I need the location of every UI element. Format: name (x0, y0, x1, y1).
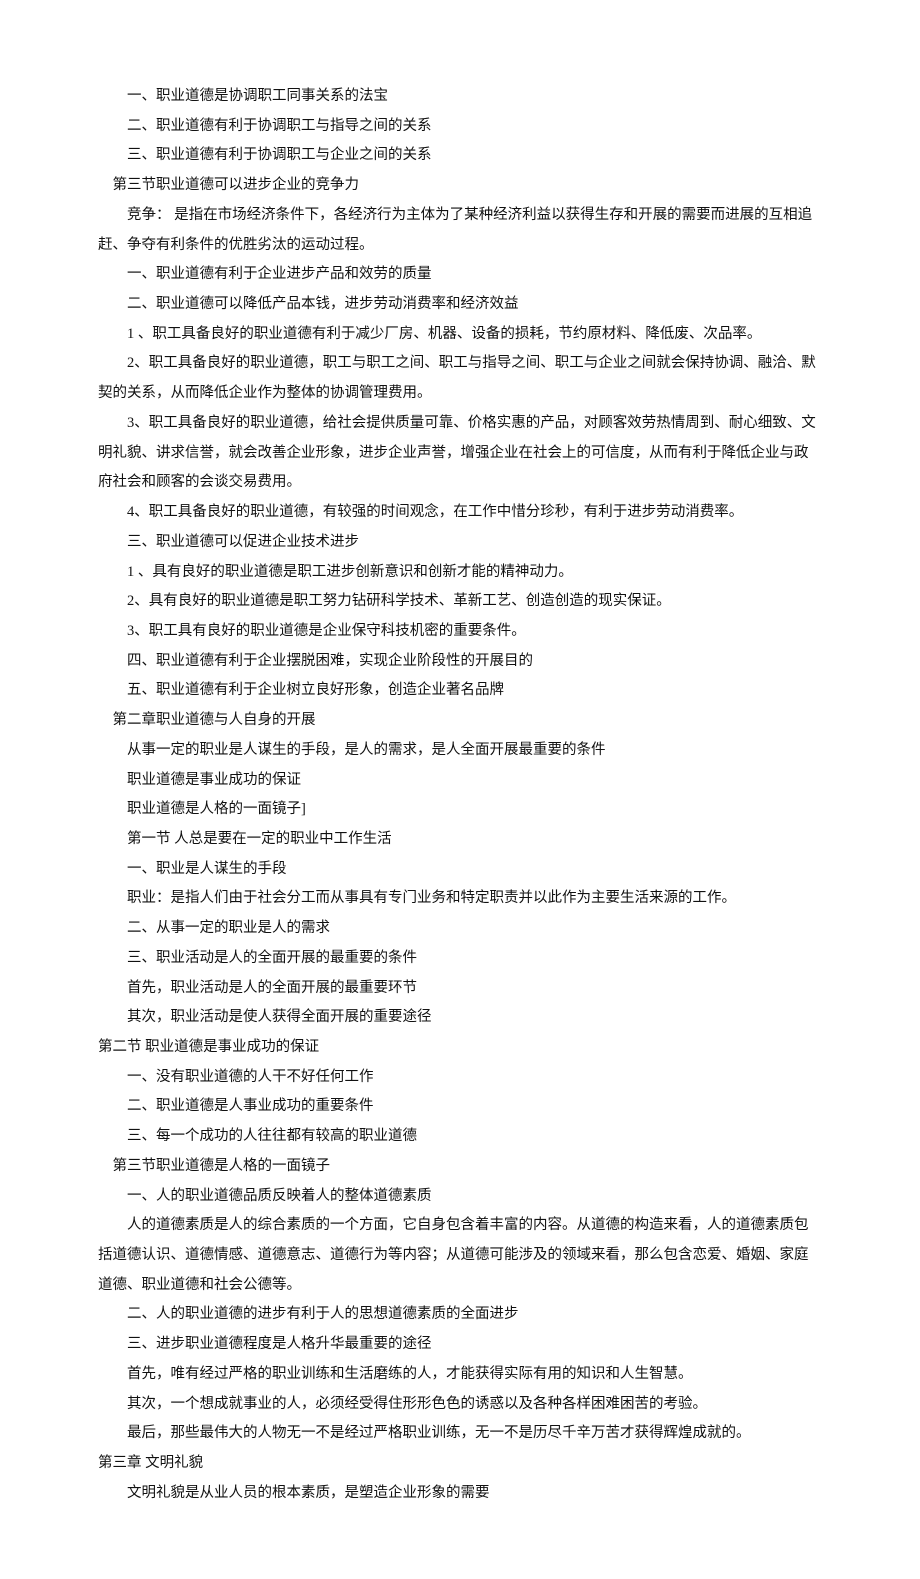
paragraph: 第二章职业道德与人自身的开展 (98, 706, 822, 736)
paragraph: 五、职业道德有利于企业树立良好形象，创造企业著名品牌 (98, 676, 822, 706)
paragraph: 第三节职业道德可以进步企业的竞争力 (98, 171, 822, 201)
paragraph: 二、从事一定的职业是人的需求 (98, 914, 822, 944)
paragraph: 其次，一个想成就事业的人，必须经受得住形形色色的诱惑以及各种各样困难困苦的考验。 (98, 1390, 822, 1420)
paragraph: 第二节 职业道德是事业成功的保证 (98, 1033, 822, 1063)
paragraph: 三、进步职业道德程度是人格升华最重要的途径 (98, 1330, 822, 1360)
paragraph: 四、职业道德有利于企业摆脱困难，实现企业阶段性的开展目的 (98, 647, 822, 677)
paragraph: 4、职工具备良好的职业道德，有较强的时间观念，在工作中惜分珍秒，有利于进步劳动消… (98, 498, 822, 528)
paragraph: 三、职业道德有利于协调职工与企业之间的关系 (98, 141, 822, 171)
paragraph: 三、职业道德可以促进企业技术进步 (98, 528, 822, 558)
paragraph: 3、职工具备良好的职业道德，给社会提供质量可靠、价格实惠的产品，对顾客效劳热情周… (98, 409, 822, 498)
paragraph: 二、职业道德是人事业成功的重要条件 (98, 1092, 822, 1122)
paragraph: 二、职业道德有利于协调职工与指导之间的关系 (98, 112, 822, 142)
paragraph: 2、职工具备良好的职业道德，职工与职工之间、职工与指导之间、职工与企业之间就会保… (98, 349, 822, 408)
paragraph: 首先，唯有经过严格的职业训练和生活磨练的人，才能获得实际有用的知识和人生智慧。 (98, 1360, 822, 1390)
paragraph: 人的道德素质是人的综合素质的一个方面，它自身包含着丰富的内容。从道德的构造来看，… (98, 1211, 822, 1300)
paragraph: 1 、职工具备良好的职业道德有利于减少厂房、机器、设备的损耗，节约原材料、降低废… (98, 320, 822, 350)
paragraph: 最后，那些最伟大的人物无一不是经过严格职业训练，无一不是历尽千辛万苦才获得辉煌成… (98, 1419, 822, 1449)
paragraph: 首先，职业活动是人的全面开展的最重要环节 (98, 974, 822, 1004)
paragraph: 三、每一个成功的人往往都有较高的职业道德 (98, 1122, 822, 1152)
paragraph: 第三节职业道德是人格的一面镜子 (98, 1152, 822, 1182)
paragraph: 一、没有职业道德的人干不好任何工作 (98, 1063, 822, 1093)
document-page: 一、职业道德是协调职工同事关系的法宝二、职业道德有利于协调职工与指导之间的关系三… (0, 0, 920, 1579)
paragraph: 一、职业是人谋生的手段 (98, 855, 822, 885)
paragraph: 文明礼貌是从业人员的根本素质，是塑造企业形象的需要 (98, 1479, 822, 1509)
paragraph: 从事一定的职业是人谋生的手段，是人的需求，是人全面开展最重要的条件 (98, 736, 822, 766)
paragraph: 二、职业道德可以降低产品本钱，进步劳动消费率和经济效益 (98, 290, 822, 320)
paragraph: 竞争： 是指在市场经济条件下，各经济行为主体为了某种经济利益以获得生存和开展的需… (98, 201, 822, 260)
paragraph: 一、职业道德是协调职工同事关系的法宝 (98, 82, 822, 112)
paragraph: 3、职工具有良好的职业道德是企业保守科技机密的重要条件。 (98, 617, 822, 647)
paragraph: 第一节 人总是要在一定的职业中工作生活 (98, 825, 822, 855)
paragraph: 三、职业活动是人的全面开展的最重要的条件 (98, 944, 822, 974)
paragraph: 职业：是指人们由于社会分工而从事具有专门业务和特定职责并以此作为主要生活来源的工… (98, 884, 822, 914)
paragraph: 1 、具有良好的职业道德是职工进步创新意识和创新才能的精神动力。 (98, 558, 822, 588)
paragraph: 职业道德是事业成功的保证 (98, 766, 822, 796)
paragraph: 一、人的职业道德品质反映着人的整体道德素质 (98, 1182, 822, 1212)
paragraph: 2、具有良好的职业道德是职工努力钻研科学技术、革新工艺、创造创造的现实保证。 (98, 587, 822, 617)
paragraph: 其次，职业活动是使人获得全面开展的重要途径 (98, 1003, 822, 1033)
paragraph: 职业道德是人格的一面镜子] (98, 795, 822, 825)
paragraph: 一、职业道德有利于企业进步产品和效劳的质量 (98, 260, 822, 290)
paragraph: 二、人的职业道德的进步有利于人的思想道德素质的全面进步 (98, 1300, 822, 1330)
paragraph: 第三章 文明礼貌 (98, 1449, 822, 1479)
